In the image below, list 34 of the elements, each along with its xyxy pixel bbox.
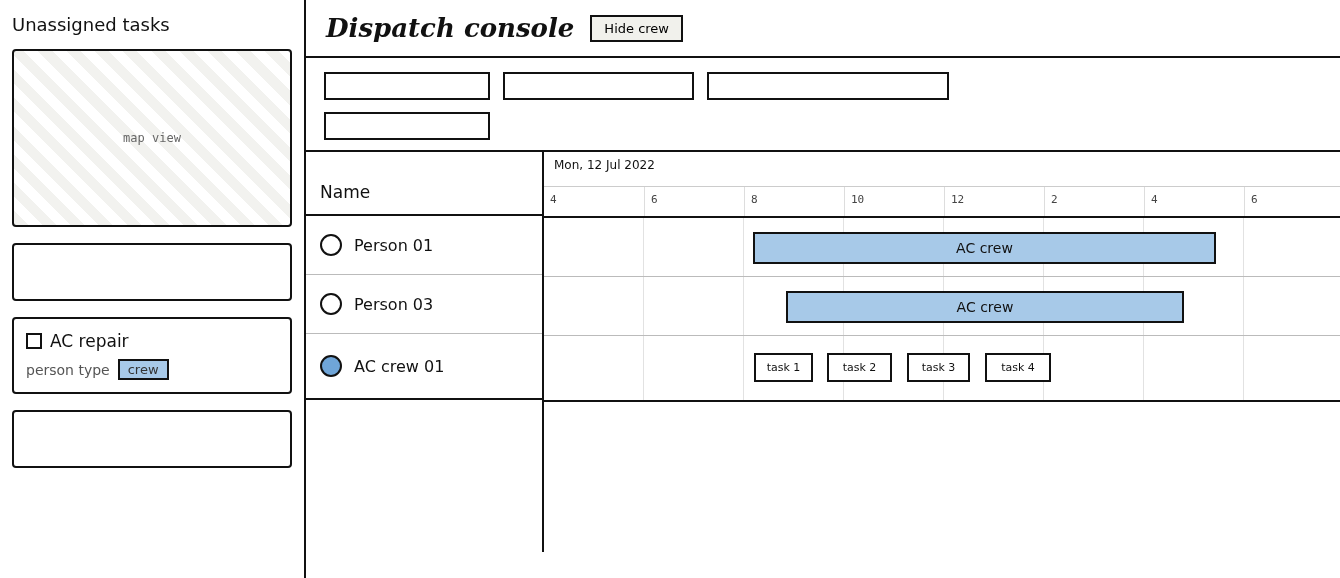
column-header: Name [320,182,371,202]
resource-name: Person 01 [354,235,434,255]
page-title: Dispatch console [326,13,575,43]
checkbox[interactable] [26,333,42,349]
hour-tick: 2 [1051,193,1058,206]
hour-tick: 6 [1251,193,1258,206]
task-block[interactable]: task 4 [985,353,1051,382]
shift-bar[interactable]: AC crew [753,232,1216,264]
field-label: person type [26,361,110,378]
type-tag: crew [117,359,169,380]
radio-button[interactable] [320,355,342,377]
resource-name: Person 03 [354,294,434,314]
hour-tick: 10 [851,193,865,206]
task-block[interactable]: task 3 [907,353,970,382]
radio-button[interactable] [320,293,342,315]
task-block[interactable]: task 2 [827,353,892,382]
filter-field[interactable] [324,72,490,100]
sidebar-title: Unassigned tasks [12,14,171,35]
resource-name: AC crew 01 [354,356,445,376]
shift-bar[interactable]: AC crew [786,291,1184,323]
hour-tick: 8 [751,193,758,206]
task-title: AC repair [50,331,129,351]
date-label: Mon, 12 Jul 2022 [554,158,655,172]
filter-field[interactable] [503,72,694,100]
filter-field[interactable] [707,72,949,100]
radio-button[interactable] [320,234,342,256]
hour-tick: 4 [550,193,557,206]
hide-crew-button[interactable]: Hide crew [590,14,683,42]
hour-tick: 12 [951,193,965,206]
hour-tick: 6 [651,193,658,206]
filter-field[interactable] [324,112,490,140]
hour-tick: 4 [1151,193,1158,206]
task-block[interactable]: task 1 [754,353,813,382]
map-label: map view [123,131,181,145]
